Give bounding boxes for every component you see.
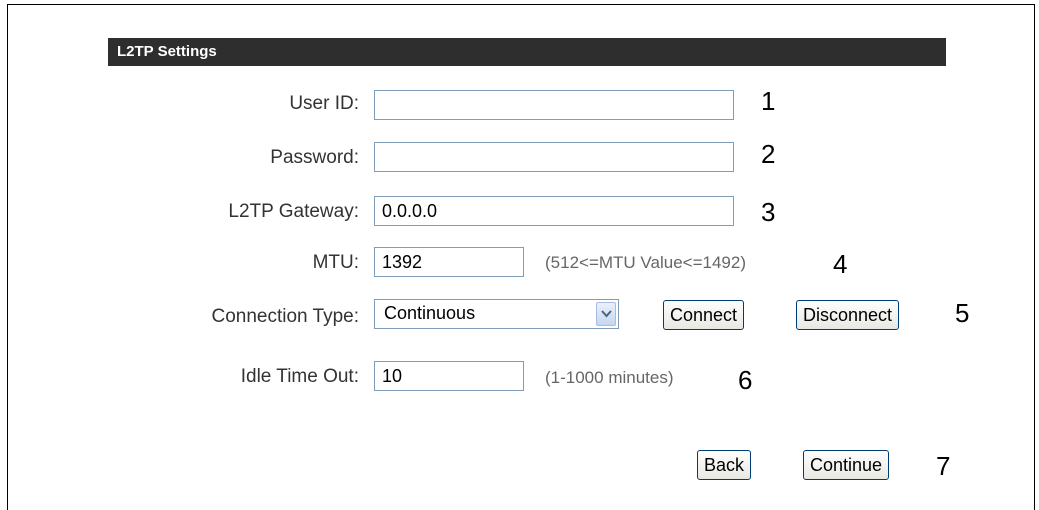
callout-6: 6: [738, 365, 753, 395]
continue-button[interactable]: Continue: [803, 450, 890, 480]
section-header: L2TP Settings: [108, 38, 946, 66]
mtu-hint: (512<=MTU Value<=1492): [545, 253, 746, 272]
connect-button[interactable]: Connect: [663, 300, 745, 330]
connection-type-value: Continuous: [384, 303, 476, 323]
chevron-down-icon[interactable]: [596, 302, 616, 326]
password-label: Password:: [270, 147, 359, 168]
gateway-label: L2TP Gateway:: [228, 201, 359, 222]
callout-2: 2: [761, 139, 776, 169]
idle-timeout-label: Idle Time Out:: [240, 366, 359, 387]
callout-3: 3: [761, 197, 776, 227]
gateway-input[interactable]: [374, 196, 734, 226]
mtu-label: MTU:: [312, 252, 359, 273]
connection-type-label: Connection Type:: [211, 306, 359, 327]
idle-timeout-input[interactable]: [374, 361, 524, 391]
back-button[interactable]: Back: [697, 450, 752, 480]
callout-7: 7: [936, 451, 951, 481]
callout-1: 1: [761, 86, 776, 116]
connection-type-select[interactable]: Continuous: [374, 299, 619, 329]
user-id-label: User ID:: [289, 93, 359, 114]
idle-timeout-hint: (1-1000 minutes): [545, 368, 674, 387]
disconnect-button[interactable]: Disconnect: [796, 300, 900, 330]
callout-5: 5: [955, 298, 970, 328]
callout-4: 4: [833, 249, 848, 279]
password-input[interactable]: [374, 142, 734, 172]
user-id-input[interactable]: [374, 90, 734, 120]
mtu-input[interactable]: [374, 247, 524, 277]
